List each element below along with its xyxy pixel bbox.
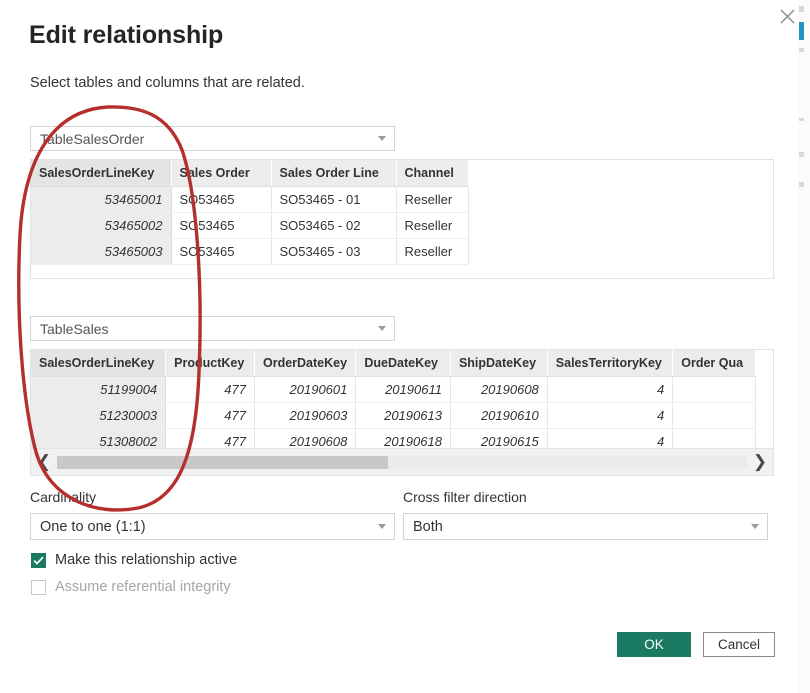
table-cell: SO53465 [171, 187, 271, 213]
chevron-down-icon [370, 326, 394, 331]
column-header[interactable]: SalesOrderLineKey [31, 350, 166, 377]
table-cell: Reseller [396, 187, 468, 213]
table-cell: 51230003 [31, 403, 166, 429]
table-cell: 20190618 [356, 429, 451, 450]
table-row[interactable]: 53465003SO53465SO53465 - 03Reseller [31, 239, 485, 265]
chevron-down-icon [743, 524, 767, 529]
empty-checkbox-icon [31, 580, 46, 595]
table-cell: SO53465 [171, 239, 271, 265]
cross-filter-direction-select[interactable]: Both [403, 513, 768, 540]
column-header[interactable]: Sales Order [171, 160, 271, 187]
row-filler [468, 239, 485, 265]
cross-filter-direction-label: Cross filter direction [403, 489, 527, 505]
background-app-sliver [797, 0, 810, 693]
table2-header-row: SalesOrderLineKeyProductKeyOrderDateKeyD… [31, 350, 773, 377]
checkmark-icon [31, 553, 46, 568]
table-row[interactable]: 53465001SO53465SO53465 - 01Reseller [31, 187, 485, 213]
edit-relationship-dialog: Edit relationship Select tables and colu… [0, 0, 798, 693]
assume-referential-integrity-label: Assume referential integrity [55, 579, 231, 595]
table-cell: SO53465 - 01 [271, 187, 396, 213]
make-relationship-active-checkbox[interactable]: Make this relationship active [31, 552, 237, 568]
table-cell: Reseller [396, 239, 468, 265]
table-cell: 477 [166, 429, 255, 450]
header-filler [468, 160, 485, 187]
table-cell: SO53465 - 03 [271, 239, 396, 265]
page-title: Edit relationship [29, 21, 223, 50]
table-cell: 51199004 [31, 377, 166, 403]
table-cell: 20190608 [450, 377, 547, 403]
chevron-down-icon [370, 136, 394, 141]
table-row[interactable]: 53465002SO53465SO53465 - 02Reseller [31, 213, 485, 239]
cancel-button[interactable]: Cancel [703, 632, 775, 657]
table-cell: 20190613 [356, 403, 451, 429]
close-icon [780, 9, 795, 24]
table-cell: 20190603 [254, 403, 355, 429]
column-header[interactable]: DueDateKey [356, 350, 451, 377]
table2-horizontal-scrollbar[interactable]: ❮ ❯ [30, 449, 774, 476]
table1-header-row: SalesOrderLineKeySales OrderSales Order … [31, 160, 485, 187]
row-filler [468, 213, 485, 239]
table-cell: 4 [547, 429, 672, 450]
table-cell: 53465001 [31, 187, 171, 213]
table-cell: 20190610 [450, 403, 547, 429]
column-header[interactable]: ShipDateKey [450, 350, 547, 377]
table1-grid: SalesOrderLineKeySales OrderSales Order … [31, 160, 486, 265]
table-cell: SO53465 - 02 [271, 213, 396, 239]
dialog-subtitle: Select tables and columns that are relat… [30, 75, 305, 91]
table1-select[interactable]: TableSalesOrder [30, 126, 395, 151]
cardinality-label: Cardinality [30, 489, 96, 505]
table-cell: 20190601 [254, 377, 355, 403]
chevron-right-icon[interactable]: ❯ [747, 452, 773, 472]
table-cell: 20190615 [450, 429, 547, 450]
column-header[interactable]: SalesOrderLineKey [31, 160, 171, 187]
make-relationship-active-label: Make this relationship active [55, 552, 237, 568]
table-cell [673, 429, 756, 450]
table2-grid: SalesOrderLineKeyProductKeyOrderDateKeyD… [31, 350, 773, 449]
table1-select-value: TableSalesOrder [31, 131, 370, 147]
chevron-down-icon [370, 524, 394, 529]
column-header[interactable]: SalesTerritoryKey [547, 350, 672, 377]
header-filler [756, 350, 773, 377]
table-cell: 4 [547, 403, 672, 429]
table-cell: 477 [166, 403, 255, 429]
assume-referential-integrity-checkbox[interactable]: Assume referential integrity [31, 579, 231, 595]
table-cell [673, 403, 756, 429]
chevron-left-icon[interactable]: ❮ [31, 452, 57, 472]
table2-select-value: TableSales [31, 321, 370, 337]
table-cell: 477 [166, 377, 255, 403]
column-header[interactable]: Sales Order Line [271, 160, 396, 187]
close-button[interactable] [772, 2, 802, 30]
table-row[interactable]: 512300034772019060320190613201906104 [31, 403, 773, 429]
row-filler [468, 187, 485, 213]
table1-preview-grid: SalesOrderLineKeySales OrderSales Order … [30, 159, 774, 279]
row-filler [756, 377, 773, 403]
scrollbar-track[interactable] [57, 456, 747, 469]
column-header[interactable]: Channel [396, 160, 468, 187]
row-filler [756, 429, 773, 450]
cardinality-select[interactable]: One to one (1:1) [30, 513, 395, 540]
column-header[interactable]: ProductKey [166, 350, 255, 377]
table-cell: 51308002 [31, 429, 166, 450]
table-cell: 4 [547, 377, 672, 403]
table-cell: 20190608 [254, 429, 355, 450]
table2-preview-grid: SalesOrderLineKeyProductKeyOrderDateKeyD… [30, 349, 774, 449]
scrollbar-thumb[interactable] [57, 456, 388, 469]
table1-body: 53465001SO53465SO53465 - 01Reseller53465… [31, 187, 485, 265]
table-cell: 53465003 [31, 239, 171, 265]
table-cell: 53465002 [31, 213, 171, 239]
column-header[interactable]: OrderDateKey [254, 350, 355, 377]
ok-button[interactable]: OK [617, 632, 691, 657]
table2-select[interactable]: TableSales [30, 316, 395, 341]
table-cell [673, 377, 756, 403]
table-cell: 20190611 [356, 377, 451, 403]
table-cell: Reseller [396, 213, 468, 239]
table2-body: 5119900447720190601201906112019060845123… [31, 377, 773, 450]
cross-filter-direction-value: Both [404, 519, 743, 535]
row-filler [756, 403, 773, 429]
column-header[interactable]: Order Qua [673, 350, 756, 377]
cardinality-select-value: One to one (1:1) [31, 519, 370, 535]
table-cell: SO53465 [171, 213, 271, 239]
table-row[interactable]: 511990044772019060120190611201906084 [31, 377, 773, 403]
table-row[interactable]: 513080024772019060820190618201906154 [31, 429, 773, 450]
